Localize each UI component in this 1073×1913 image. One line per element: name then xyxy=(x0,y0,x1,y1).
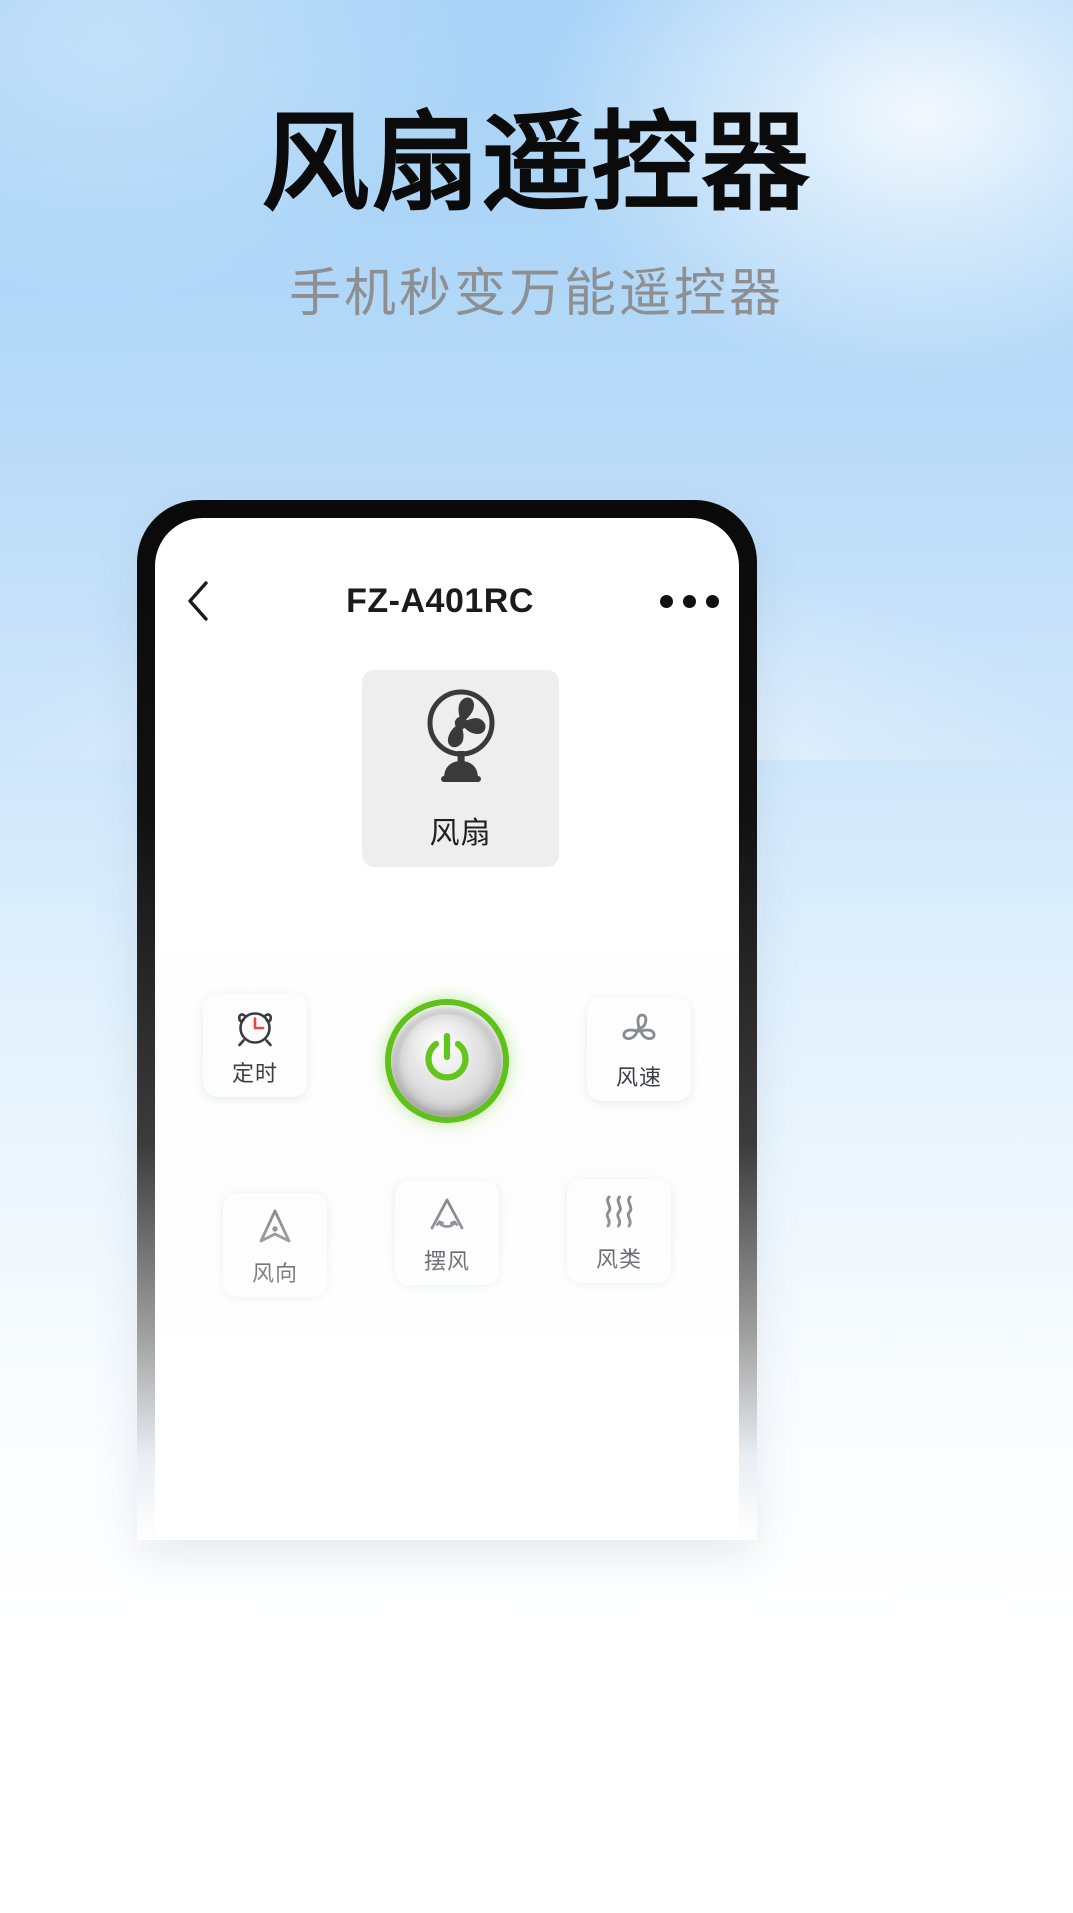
page-subtitle: 手机秒变万能遥控器 xyxy=(288,263,784,324)
navigation-arrow-icon xyxy=(252,1202,298,1250)
more-horizontal-icon xyxy=(705,594,719,608)
chevron-left-icon xyxy=(185,580,211,622)
app-navbar: FZ-A401RC xyxy=(155,560,739,642)
control-slot: 风速 xyxy=(543,997,735,1113)
control-slot-power xyxy=(351,1005,543,1117)
fan-blades-icon xyxy=(616,1006,662,1054)
swing-chevron-icon xyxy=(424,1190,470,1238)
power-button[interactable] xyxy=(391,1005,503,1117)
more-horizontal-icon xyxy=(682,594,696,608)
control-row-secondary: 风向 摆风 风类 xyxy=(155,1179,739,1299)
page-header-title: FZ-A401RC xyxy=(346,581,534,620)
swing-button-label: 摆风 xyxy=(423,1249,470,1274)
back-button[interactable] xyxy=(155,560,241,642)
control-slot: 风向 xyxy=(189,1193,361,1299)
control-slot: 风类 xyxy=(533,1179,705,1299)
wind-direction-button-label: 风向 xyxy=(251,1261,298,1286)
control-row-primary: 定时 风速 xyxy=(155,993,739,1117)
control-slot: 摆风 xyxy=(361,1181,533,1299)
fan-speed-button[interactable]: 风速 xyxy=(587,997,691,1101)
more-options-button[interactable] xyxy=(639,560,739,642)
headline-block: 风扇遥控器 手机秒变万能遥控器 xyxy=(0,101,1073,326)
wind-direction-button[interactable]: 风向 xyxy=(223,1193,327,1297)
power-icon xyxy=(416,1028,478,1095)
wind-waves-icon xyxy=(596,1188,642,1236)
phone-mockup: FZ-A401RC 风扇 定时 风速 风向 摆风 风类 xyxy=(137,500,757,1540)
more-horizontal-icon xyxy=(659,594,673,608)
fan-icon xyxy=(413,683,509,792)
device-card-label: 风扇 xyxy=(429,817,492,850)
alarm-clock-icon xyxy=(232,1002,278,1050)
fan-speed-button-label: 风速 xyxy=(615,1065,662,1090)
control-slot: 定时 xyxy=(159,993,351,1113)
device-card-fan[interactable]: 风扇 xyxy=(362,670,559,867)
page-title: 风扇遥控器 xyxy=(261,101,812,226)
swing-button[interactable]: 摆风 xyxy=(395,1181,499,1285)
timer-button[interactable]: 定时 xyxy=(203,993,307,1097)
timer-button-label: 定时 xyxy=(231,1061,278,1086)
wind-mode-button-label: 风类 xyxy=(595,1247,642,1272)
phone-screen: FZ-A401RC 风扇 定时 风速 风向 摆风 风类 xyxy=(155,518,739,1540)
wind-mode-button[interactable]: 风类 xyxy=(567,1179,671,1283)
